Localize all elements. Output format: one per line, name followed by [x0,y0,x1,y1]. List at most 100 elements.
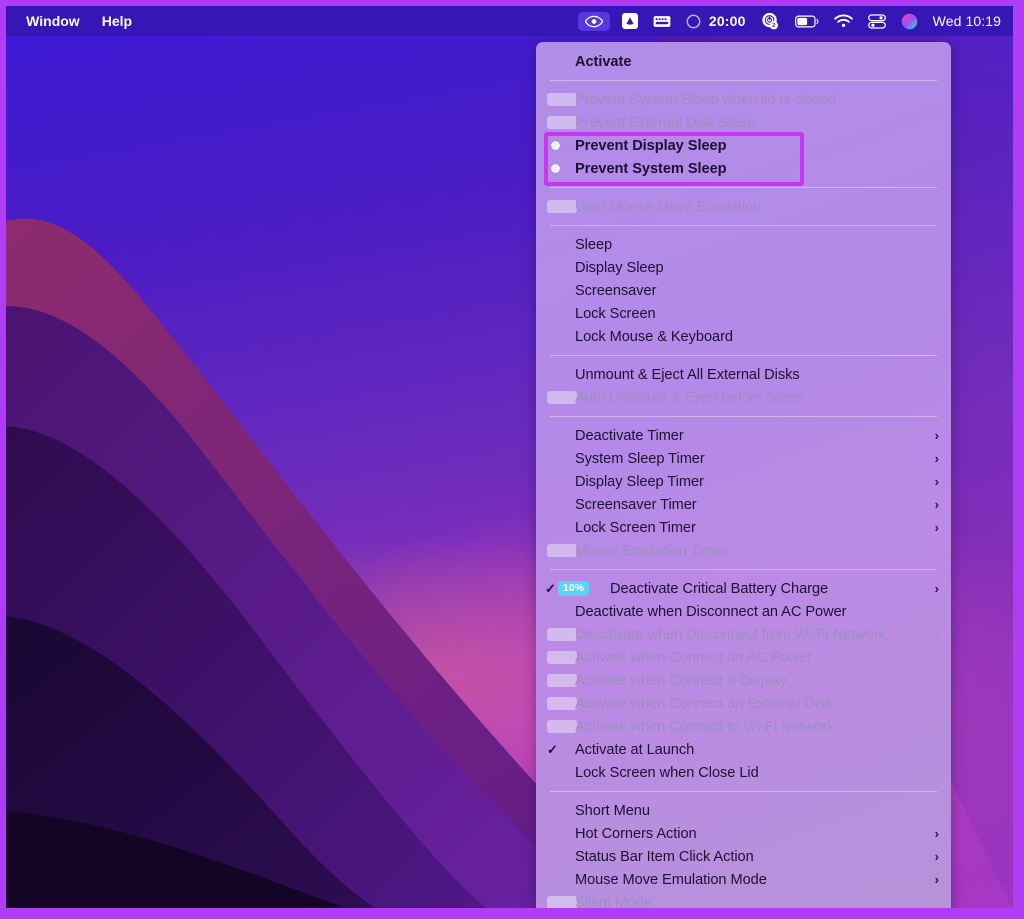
menu-item-label: Lock Screen Timer [575,520,696,536]
menubar-datetime[interactable]: Wed 10:19 [933,13,1001,29]
menu-item-deactivate-timer[interactable]: Deactivate Timer› [536,424,951,447]
pro-badge: PRO [544,720,575,733]
menu-item-sleep[interactable]: Sleep [536,233,951,256]
pro-badge: PRO [544,628,575,641]
menubar-window[interactable]: Window [26,13,80,29]
menu-item-label: Mouse Emulation Timer [575,543,727,559]
menu-item-user-mouse-move-emulation: PROUser Mouse Move Emulation [536,195,951,218]
submenu-chevron-icon: › [935,475,939,488]
menu-item-label: Prevent External Disk Sleep [575,115,755,131]
menu-item-label: Activate when Connect to Wi-Fi Network [575,719,834,735]
pro-badge: PRO [544,200,575,213]
desktop-screen: Window Help [6,6,1013,908]
menu-item-mouse-emulation-timer: PROMouse Emulation Timer › [536,539,951,562]
pro-badge-label: PRO [547,651,577,664]
pro-badge: PRO [544,651,575,664]
menu-item-label: Lock Screen [575,306,656,322]
menu-item-label: Mouse Move Emulation Mode [575,872,767,888]
menu-item-label: Activate at Launch [575,742,694,758]
menu-item-unmount-eject-all-external-disks[interactable]: Unmount & Eject All External Disks [536,363,951,386]
pro-badge: PRO [544,116,575,129]
timer-status[interactable]: 20:00 [686,13,746,29]
menu-item-prevent-external-disk-sleep: PROPrevent External Disk Sleep [536,111,951,134]
timer-circle-icon [686,14,701,29]
menu-item-system-sleep-timer[interactable]: System Sleep Timer› [536,447,951,470]
menubar-help[interactable]: Help [102,13,132,29]
pro-badge-label: PRO [547,628,577,641]
pro-badge: PRO [544,93,575,106]
pro-badge-label: PRO [547,544,577,557]
menu-section-mouse-emulation-section: PROUser Mouse Move Emulation [536,192,951,221]
menu-item-lock-screen-when-close-lid[interactable]: Lock Screen when Close Lid [536,761,951,784]
submenu-chevron-icon: › [935,498,939,511]
menu-item-label: Deactivate when Disconnect from Wi-Fi Ne… [575,627,886,643]
macos-menubar: Window Help [6,6,1013,36]
submenu-chevron-icon: › [935,429,939,442]
control-center-icon[interactable] [868,14,886,29]
amphetamine-dropdown-menu: ActivatePROPrevent System Sleep when lid… [536,42,951,908]
pro-badge-label: PRO [547,93,577,106]
menu-item-activate-when-connect-an-external-disk: PROActivate when Connect an External Dis… [536,692,951,715]
menu-item-screensaver-timer[interactable]: Screensaver Timer› [536,493,951,516]
submenu-chevron-icon: › [935,827,939,840]
menu-item-deactivate-when-disconnect-an-ac-power[interactable]: Deactivate when Disconnect an AC Power [536,600,951,623]
menu-item-lock-mouse-keyboard[interactable]: Lock Mouse & Keyboard [536,325,951,348]
menu-section-sleep-actions-section: Sleep Display Sleep Screensaver Lock Screen… [536,230,951,351]
menu-item-label: Activate [575,54,631,70]
menubar-status-group: 20:00 2 [581,12,1013,31]
keyboard-icon[interactable] [653,15,671,28]
menu-item-screensaver[interactable]: Screensaver [536,279,951,302]
checkmark: ✓ [545,581,556,597]
menubar-left-group: Window Help [6,13,132,30]
menu-item-prevent-system-sleep[interactable]: Prevent System Sleep [536,157,951,180]
menu-item-label: Sleep [575,237,612,253]
menu-item-activate[interactable]: Activate [536,50,951,73]
pro-badge: PRO [544,697,575,710]
wifi-icon[interactable] [834,14,853,28]
menu-item-deactivate-critical-battery-charge[interactable]: ✓10%Deactivate Critical Battery Charge› [536,577,951,600]
menu-section-activate-header: Activate [536,47,951,76]
menu-item-display-sleep[interactable]: Display Sleep [536,256,951,279]
menu-item-label: Silent Mode [575,895,652,909]
menu-item-activate-when-connect-an-ac-power: PROActivate when Connect an AC Power [536,646,951,669]
menu-item-label: User Mouse Move Emulation [575,199,761,215]
menu-divider [550,416,937,417]
menu-item-label: System Sleep Timer [575,451,705,467]
menu-item-label: Activate when Connect an External Disk [575,696,833,712]
menu-item-label: Prevent System Sleep when lid is closed [575,92,836,108]
menu-item-lock-screen-timer[interactable]: Lock Screen Timer› [536,516,951,539]
menu-section-prevent-section: PROPrevent System Sleep when lid is clos… [536,85,951,183]
menu-item-label: Lock Mouse & Keyboard [575,329,733,345]
menu-item-status-bar-item-click-action[interactable]: Status Bar Item Click Action› [536,845,951,868]
menu-item-label: Screensaver [575,283,656,299]
menu-item-label: Prevent Display Sleep [575,138,726,154]
menu-section-disks-section: Unmount & Eject All External DisksPROAut… [536,360,951,412]
eye-icon[interactable] [578,12,610,31]
svg-text:2: 2 [772,23,775,29]
menu-item-hot-corners-action[interactable]: Hot Corners Action› [536,822,951,845]
amphetamine-icon[interactable] [622,13,638,29]
checkmark-icon: ✓ [544,742,575,758]
submenu-chevron-icon: › [935,720,939,733]
pro-badge-label: PRO [547,896,577,908]
menu-item-activate-at-launch[interactable]: ✓Activate at Launch [536,738,951,761]
menu-item-prevent-display-sleep[interactable]: Prevent Display Sleep [536,134,951,157]
screenshot-frame: Window Help [0,0,1024,919]
time-machine-icon[interactable]: 2 [761,12,780,30]
submenu-chevron-icon: › [935,873,939,886]
menu-item-mouse-move-emulation-mode[interactable]: Mouse Move Emulation Mode › [536,868,951,891]
pro-badge: PRO [544,674,575,687]
menu-item-label: Short Menu [575,803,650,819]
menu-item-activate-when-connect-a-display: PROActivate when Connect a Display [536,669,951,692]
submenu-chevron-icon: › [935,850,939,863]
menu-divider [550,791,937,792]
radio-dot [551,164,560,173]
submenu-chevron-icon: › [935,544,939,557]
checkmark-percent-badge: ✓10% [544,581,610,597]
siri-icon[interactable] [901,13,918,30]
menu-item-lock-screen[interactable]: Lock Screen [536,302,951,325]
menu-item-display-sleep-timer[interactable]: Display Sleep Timer› [536,470,951,493]
battery-icon[interactable] [795,15,819,28]
menu-item-short-menu[interactable]: Short Menu [536,799,951,822]
menu-item-label: Unmount & Eject All External Disks [575,367,800,383]
